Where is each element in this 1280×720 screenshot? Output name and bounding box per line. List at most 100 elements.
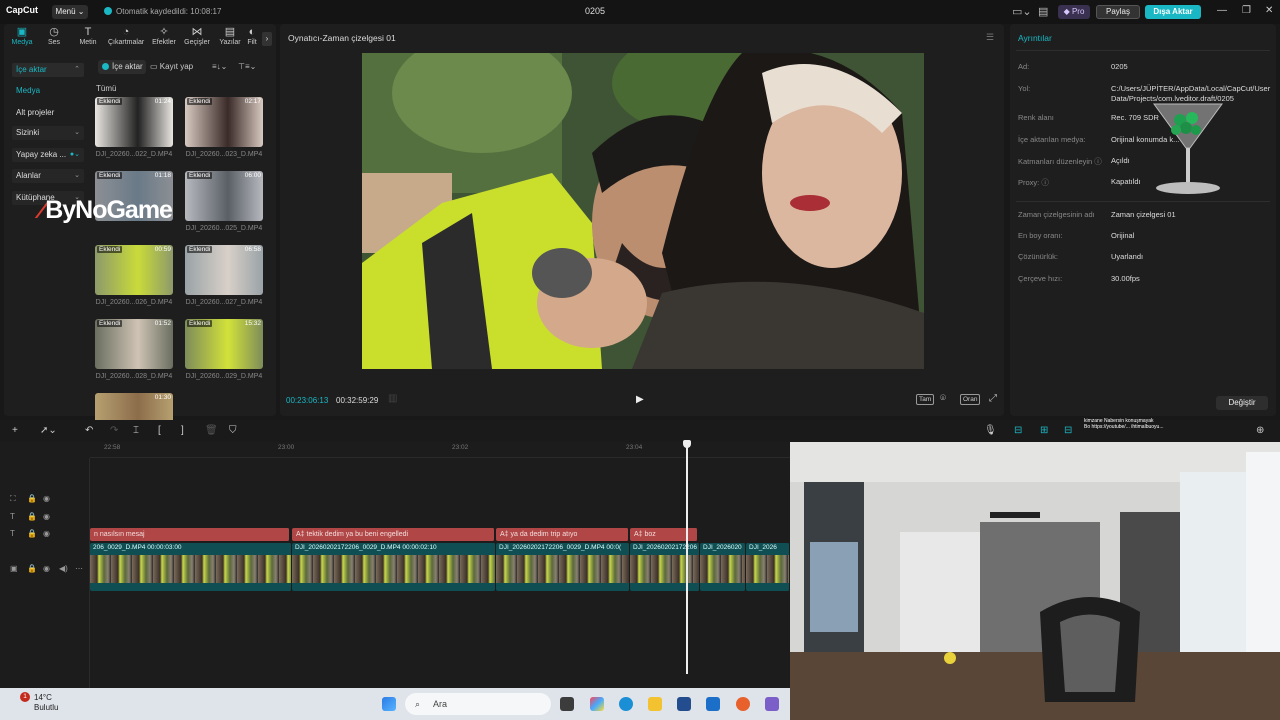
maximize-icon[interactable]: ❐ bbox=[1242, 5, 1251, 16]
taskbar: 1 14°C Bulutlu ⌕ Ara bbox=[0, 688, 790, 720]
detail-label: Zaman çizelgesinin adı bbox=[1018, 210, 1095, 219]
eye-icon[interactable]: ◉ bbox=[43, 512, 50, 521]
waveform-icon[interactable]: ▥ bbox=[388, 393, 397, 404]
delete-icon[interactable]: 🗑 bbox=[205, 425, 218, 436]
lock-icon[interactable]: 🔒 bbox=[27, 529, 37, 538]
file-explorer-icon[interactable] bbox=[648, 697, 662, 711]
preview-axis-icon[interactable]: ⊟ bbox=[1064, 425, 1072, 436]
media-thumbnail[interactable]: Eklendi 06:00 bbox=[185, 171, 263, 221]
share-button[interactable]: Paylaş bbox=[1096, 5, 1140, 19]
text-clip[interactable]: A‡ ya da dedim trip atıyo bbox=[496, 528, 629, 541]
video-clip[interactable]: DJI_20260202172206_0029_D.MP4 00:00:02:1… bbox=[292, 543, 496, 591]
tab-effects[interactable]: ✧ Efektler bbox=[148, 26, 180, 46]
hamburger-icon[interactable]: ☰ bbox=[986, 32, 994, 43]
pro-button[interactable]: ◆ Pro bbox=[1058, 5, 1090, 19]
screenshot-icon[interactable]: ⌾ bbox=[940, 393, 946, 404]
full-quality-button[interactable]: Tam bbox=[916, 394, 935, 405]
sidebar-item-yours[interactable]: Sizinki ⌄ bbox=[12, 126, 84, 140]
lock-icon[interactable]: 🔒 bbox=[27, 564, 37, 573]
split-left-icon[interactable]: [ bbox=[158, 425, 161, 436]
media-thumbnail[interactable]: Eklendi 01:52 bbox=[95, 319, 173, 369]
text-clip[interactable]: A‡ tektik dedim ya bu beni engelledi bbox=[292, 528, 495, 541]
play-icon[interactable]: ▶ bbox=[636, 394, 644, 405]
tab-text[interactable]: T Metin bbox=[72, 26, 104, 46]
eye-icon[interactable]: ◉ bbox=[43, 564, 50, 573]
tab-audio[interactable]: ◷ Ses bbox=[38, 26, 70, 46]
split-right-icon[interactable]: ] bbox=[181, 425, 184, 436]
media-thumbnail[interactable]: Eklendi 01:24 bbox=[95, 97, 173, 147]
sidebar-item-ai[interactable]: Yapay zeka ... ●⌄ bbox=[12, 148, 84, 162]
ratio-button[interactable]: Oran bbox=[960, 394, 981, 405]
chevron-down-icon: ⌄ bbox=[74, 129, 80, 136]
marker-icon[interactable]: ⛉ bbox=[229, 425, 237, 436]
sidebar-item-spaces[interactable]: Alanlar ⌄ bbox=[12, 169, 84, 183]
copilot-icon[interactable] bbox=[590, 697, 604, 711]
split-icon[interactable]: ⌶ bbox=[133, 425, 139, 436]
taskbar-search[interactable]: ⌕ Ara bbox=[405, 693, 551, 715]
zoom-in-icon[interactable]: ⊕ bbox=[1256, 425, 1264, 436]
teams-icon[interactable] bbox=[765, 697, 779, 711]
layout-icon[interactable]: ▭⌄ bbox=[1012, 5, 1032, 18]
video-clip[interactable]: DJI_2026020 bbox=[700, 543, 746, 591]
video-clip[interactable]: DJI_20260202172206 bbox=[630, 543, 700, 591]
outlook-icon[interactable] bbox=[706, 697, 720, 711]
chevron-right-icon[interactable]: › bbox=[262, 32, 272, 46]
ruler-tick: 23:00 bbox=[278, 444, 295, 451]
sidebar-item-media[interactable]: Medya bbox=[12, 84, 84, 98]
firefox-icon[interactable] bbox=[736, 697, 750, 711]
tab-filters[interactable]: ◐ Filt bbox=[242, 26, 262, 46]
video-preview[interactable] bbox=[362, 53, 924, 369]
tab-stickers[interactable]: ◔ Çıkartmalar bbox=[108, 26, 144, 46]
select-cursor-icon[interactable]: ➚⌄ bbox=[40, 425, 57, 436]
filter-all-label[interactable]: Tümü bbox=[96, 84, 116, 93]
video-clip[interactable]: DJI_20260202172206_0029_D.MP4 00:0( bbox=[496, 543, 630, 591]
sidebar-item-import[interactable]: İçe aktar ⌃ bbox=[12, 63, 84, 77]
import-button[interactable]: İçe aktar bbox=[98, 60, 146, 74]
task-view-icon[interactable] bbox=[560, 697, 574, 711]
detail-label: Renk alanı bbox=[1018, 113, 1054, 122]
video-clip[interactable]: 206_0029_D.MP4 00:00:03:00 bbox=[90, 543, 292, 591]
clip-filmstrip bbox=[746, 555, 789, 583]
weather-widget[interactable]: 1 14°C Bulutlu bbox=[14, 692, 58, 713]
magnet-icon[interactable]: ⊟ bbox=[1014, 425, 1022, 436]
tab-transitions[interactable]: ⋈ Geçişler bbox=[181, 26, 213, 46]
tab-media[interactable]: ▣ Medya bbox=[6, 26, 38, 46]
speaker-icon[interactable]: ◀) bbox=[59, 564, 68, 573]
fullscreen-icon[interactable]: ⤢ bbox=[989, 393, 997, 404]
change-button[interactable]: Değiştir bbox=[1216, 396, 1268, 410]
menu-button[interactable]: Menü ⌄ bbox=[52, 5, 88, 19]
media-thumbnail[interactable]: Eklendi 06:58 bbox=[185, 245, 263, 295]
playhead-handle[interactable] bbox=[683, 440, 691, 448]
minimize-icon[interactable]: — bbox=[1217, 5, 1227, 16]
media-thumbnail[interactable]: Eklendi 15:32 bbox=[185, 319, 263, 369]
lock-icon[interactable]: 🔒 bbox=[27, 494, 37, 503]
project-title[interactable]: 0205 bbox=[570, 6, 620, 16]
text-clip[interactable]: n nasılsın mesaj bbox=[90, 528, 290, 541]
eye-icon[interactable]: ◉ bbox=[43, 494, 50, 503]
store-icon[interactable] bbox=[677, 697, 691, 711]
eye-icon[interactable]: ◉ bbox=[43, 529, 50, 538]
lock-icon[interactable]: 🔒 bbox=[27, 512, 37, 521]
windows-start-icon[interactable] bbox=[382, 697, 396, 711]
close-icon[interactable]: ✕ bbox=[1265, 5, 1273, 16]
edge-icon[interactable] bbox=[619, 697, 633, 711]
timeline[interactable]: 22:58 23:00 23:02 23:04 ⛶ 🔒 ◉ T 🔒 ◉ T 🔒 … bbox=[0, 440, 790, 688]
redo-icon[interactable]: ↷ bbox=[110, 425, 118, 436]
undo-icon[interactable]: ↶ bbox=[85, 425, 93, 436]
add-track-icon[interactable]: + bbox=[12, 425, 18, 436]
shortcut-icon[interactable]: ▤ bbox=[1038, 5, 1048, 18]
more-icon[interactable]: ⋯ bbox=[75, 564, 83, 573]
filter-icon[interactable]: ⊤≡⌄ bbox=[238, 62, 256, 71]
video-clip[interactable]: DJI_2026 bbox=[746, 543, 790, 591]
audio-tab-icon: ◷ bbox=[49, 26, 59, 38]
sort-icon[interactable]: ≡↓⌄ bbox=[212, 62, 227, 71]
link-icon[interactable]: ⊞ bbox=[1040, 425, 1048, 436]
export-button[interactable]: Dışa Aktar bbox=[1145, 5, 1201, 19]
playhead[interactable] bbox=[686, 442, 688, 674]
video-track-icon: ▣ bbox=[10, 564, 18, 573]
media-thumbnail[interactable]: Eklendi 00:59 bbox=[95, 245, 173, 295]
microphone-icon[interactable]: 🎙 bbox=[984, 425, 997, 436]
sidebar-item-subprojects[interactable]: Alt projeler bbox=[12, 106, 84, 120]
media-thumbnail[interactable]: Eklendi 02:17 bbox=[185, 97, 263, 147]
record-button[interactable]: ▭ Kayıt yap bbox=[150, 60, 204, 74]
